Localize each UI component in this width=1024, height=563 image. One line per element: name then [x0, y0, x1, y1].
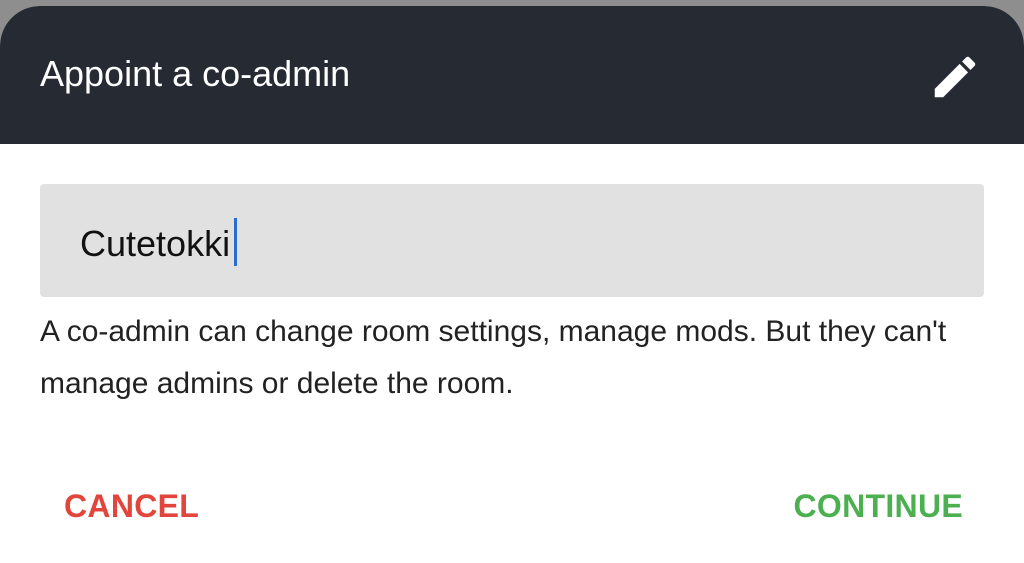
continue-button[interactable]: CONTINUE: [793, 484, 963, 528]
cancel-button[interactable]: CANCEL: [64, 484, 199, 528]
co-admin-name-input[interactable]: Cutetokki: [40, 184, 984, 297]
appoint-co-admin-dialog: Appoint a co-admin Cutetokki A co-admin …: [0, 6, 1024, 563]
dialog-header: Appoint a co-admin: [0, 6, 1024, 144]
dialog-title: Appoint a co-admin: [40, 53, 351, 94]
text-caret: [234, 218, 238, 266]
edit-pencil-icon[interactable]: [928, 50, 982, 104]
input-value: Cutetokki: [80, 218, 238, 266]
co-admin-help-text: A co-admin can change room settings, man…: [40, 315, 947, 400]
